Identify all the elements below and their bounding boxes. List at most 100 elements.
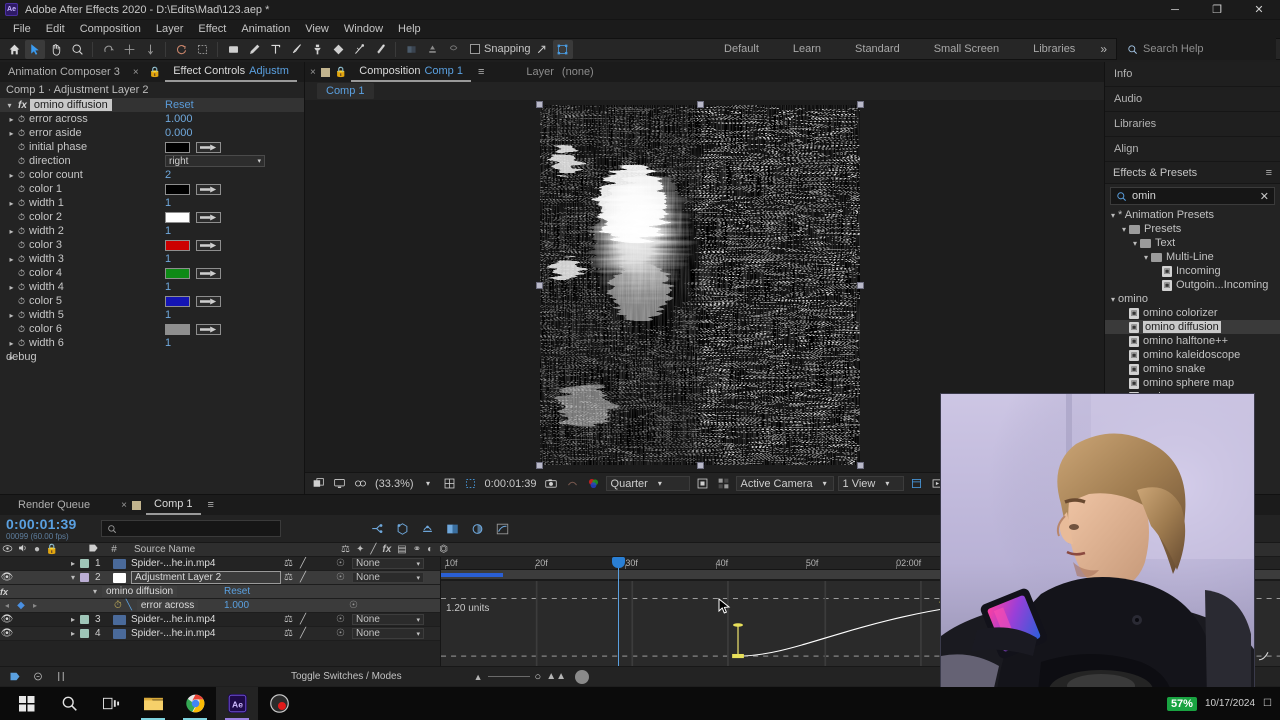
rotation-tool-icon[interactable] [98,40,118,59]
layer-name[interactable]: Spider-...he.in.mp4 [131,628,281,639]
home-icon[interactable] [4,40,24,59]
current-time-group[interactable]: 0:00:01:39 00099 (60.00 fps) [6,516,77,541]
draft-3d-icon[interactable] [393,519,412,538]
selection-handle-tl[interactable] [536,101,543,108]
effect-param-row[interactable]: ▸ ⏱ width 3 1 [0,252,304,266]
loop-icon[interactable] [443,40,463,59]
param-value[interactable]: 1 [165,309,171,321]
start-icon[interactable] [6,687,48,720]
preset-tree-item[interactable]: ▾ * Animation Presets [1105,208,1280,222]
snapping-toggle[interactable]: Snapping [470,43,531,55]
composition-menu-icon[interactable]: ≡ [471,66,491,78]
label-tag-icon[interactable] [6,669,23,685]
preset-tree-item[interactable]: ▣ omino sphere map [1105,376,1280,390]
stopwatch-icon[interactable]: ⏱ [18,254,25,265]
channel-rgb-icon[interactable] [585,475,602,492]
workspace-standard[interactable]: Standard [838,38,917,60]
color-swatch[interactable] [165,295,190,307]
composition-lock-icon[interactable]: 🔒 [335,67,347,78]
chevron-right-icon[interactable]: ▸ [6,283,17,292]
toggle-switches-modes-label[interactable]: Toggle Switches / Modes [291,671,402,682]
playhead-line[interactable] [618,557,619,666]
clone-stamp-tool-icon[interactable] [307,40,327,59]
close-button[interactable]: ✕ [1238,0,1280,20]
timeline-effect-reset[interactable]: Reset [224,586,250,597]
stereo-3d-icon[interactable] [352,475,369,492]
parent-select[interactable]: None ▾ [352,572,424,583]
eyedropper-icon[interactable] [196,295,221,307]
selection-handle-bc[interactable] [697,462,704,469]
brush-tool-icon[interactable] [286,40,306,59]
preset-tree-item[interactable]: ▣ Incoming [1105,264,1280,278]
stopwatch-icon[interactable]: ⏱ [18,212,25,223]
effect-param-row[interactable]: ▸ ⏱ width 1 1 [0,196,304,210]
layer-name[interactable]: Spider-...he.in.mp4 [131,614,281,625]
param-value[interactable]: 1 [165,281,171,293]
eyedropper-icon[interactable] [196,267,221,279]
layer-label-color[interactable] [80,615,89,624]
effect-param-row[interactable]: ▸ ⏱ error aside 0.000 [0,126,304,140]
playhead-handle[interactable] [612,557,625,568]
stopwatch-icon[interactable]: ⏱ [18,324,25,335]
zoom-dropdown-icon[interactable]: ▾ [420,475,437,492]
maximize-button[interactable]: ❐ [1196,0,1238,20]
preset-tree-item[interactable]: ▣ Outgoin...Incoming [1105,278,1280,292]
parent-select[interactable]: None ▾ [352,558,424,569]
effect-param-row[interactable]: ⏱ initial phase [0,140,304,154]
snap-arrow-icon[interactable] [532,40,552,59]
workspace-default[interactable]: Default [707,38,776,60]
timeline-menu-icon[interactable]: ≡ [201,499,221,511]
effect-param-row[interactable]: ▸ ⏱ color count 2 [0,168,304,182]
eyedropper-icon[interactable] [196,211,221,223]
color-swatch[interactable] [165,267,190,279]
color-swatch[interactable] [165,239,190,251]
chevron-right-icon[interactable]: ▸ [6,255,17,264]
preset-tree-item[interactable]: ▣ omino diffusion [1105,320,1280,334]
menu-layer[interactable]: Layer [149,21,191,37]
motion-blur-icon[interactable] [468,519,487,538]
effect-expand-icon[interactable]: ▾ [88,587,102,596]
ease-curve-icon[interactable] [1255,648,1272,664]
selection-handle-bl[interactable] [536,462,543,469]
minimize-button[interactable]: ─ [1154,0,1196,20]
panel-align[interactable]: Align [1105,137,1280,162]
subtab-comp-1[interactable]: Comp 1 [317,83,374,99]
help-search-box[interactable]: Search Help [1116,38,1276,60]
timeline-layer-row[interactable]: 👁 ▸ 3 Spider-...he.in.mp4 ⚖ ╱ None ▾ ☉ [0,613,440,627]
preset-tree-item[interactable]: ▣ omino colorizer [1105,306,1280,320]
prev-keyframe-icon[interactable]: ◂ [0,601,14,610]
layer-expand-icon[interactable]: ▸ [66,629,80,638]
anchor-point-tool-icon[interactable] [119,40,139,59]
chevron-right-icon[interactable]: ▸ [6,339,17,348]
eyedropper-icon[interactable] [196,323,221,335]
param-value[interactable]: 1 [165,253,171,265]
next-keyframe-icon[interactable]: ▸ [28,601,42,610]
preset-tree-item[interactable]: ▾ omino [1105,292,1280,306]
stopwatch-icon[interactable]: ⏱ [18,170,25,181]
timeline-property-row[interactable]: ◂ ◆ ▸ ⏱ ╲ error across 1.000 ☉ [0,599,440,613]
workspace-small-screen[interactable]: Small Screen [917,38,1016,60]
effect-param-row[interactable]: ▸ ⏱ width 5 1 [0,308,304,322]
preset-tree-item[interactable]: ▣ omino halftone++ [1105,334,1280,348]
tab-composition[interactable]: Composition [351,62,423,82]
transparency-grid-icon[interactable] [715,475,732,492]
effect-param-row[interactable]: ⏱ color 3 [0,238,304,252]
preset-tree-item[interactable]: ▾ Text [1105,236,1280,250]
timeline-layer-row[interactable]: 👁 ▾ 2 Adjustment Layer 2 ⚖ ╱ None ▾ ☉ [0,571,440,585]
eraser-tool-icon[interactable] [328,40,348,59]
parent-select[interactable]: None ▾ [352,628,424,639]
layer-mask-icon[interactable] [401,40,421,59]
clear-search-icon[interactable]: ✕ [1260,190,1269,203]
layer-label-color[interactable] [80,559,89,568]
layer-name[interactable]: Adjustment Layer 2 [131,571,281,584]
effect-param-row[interactable]: ▸ ⏱ width 4 1 [0,280,304,294]
chevron-right-icon[interactable]: ▸ [6,171,17,180]
color-swatch[interactable] [165,211,190,223]
stopwatch-icon[interactable]: ⏱ [18,142,25,153]
keyframe-diamond-icon[interactable]: ◆ [14,600,28,611]
chevron-right-icon[interactable]: ▸ [6,199,17,208]
chevron-right-icon[interactable]: ▸ [6,115,17,124]
notifications-icon[interactable]: ☐ [1263,698,1272,709]
property-name[interactable]: error across [136,600,199,611]
effect-param-row[interactable]: ▸ debug [0,350,304,364]
